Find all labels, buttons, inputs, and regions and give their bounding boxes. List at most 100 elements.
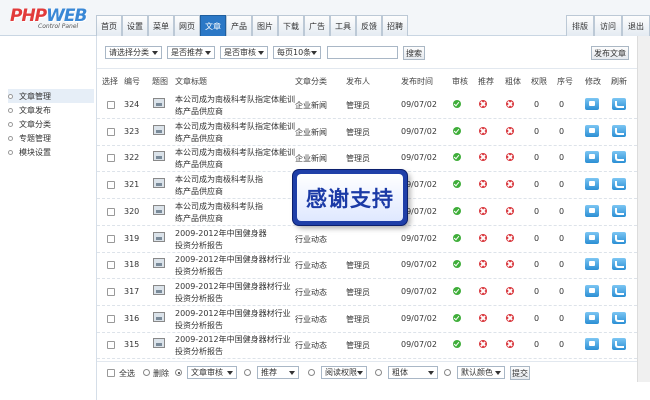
not-recommended-x-icon[interactable] [479, 206, 487, 215]
not-recommended-x-icon[interactable] [479, 286, 487, 295]
audit-select[interactable]: 是否审核 [220, 46, 268, 59]
image-icon[interactable] [153, 178, 165, 189]
approved-check-icon[interactable] [453, 206, 461, 215]
not-bold-x-icon[interactable] [506, 206, 514, 215]
row-title[interactable]: 2009-2012年中国健身器材行业 投资分析报告 [175, 254, 295, 278]
category-select[interactable]: 请选择分类 [105, 46, 162, 59]
not-bold-x-icon[interactable] [506, 340, 514, 349]
image-icon[interactable] [153, 98, 165, 108]
approved-check-icon[interactable] [453, 340, 461, 349]
row-checkbox[interactable] [107, 261, 115, 270]
refresh-icon[interactable] [612, 338, 626, 351]
image-icon[interactable] [153, 338, 165, 349]
refresh-icon[interactable] [612, 98, 626, 110]
tab-images[interactable]: 图片 [252, 15, 278, 36]
tab-pages[interactable]: 网页 [174, 15, 200, 36]
row-checkbox[interactable] [107, 101, 115, 109]
tab-feedback[interactable]: 反馈 [356, 15, 382, 36]
search-button[interactable]: 搜索 [403, 46, 425, 60]
refresh-icon[interactable] [612, 124, 626, 137]
row-checkbox[interactable] [107, 314, 115, 323]
row-title[interactable]: 2009-2012年中国健身器材行业 投资分析报告 [175, 334, 295, 358]
edit-icon[interactable] [585, 124, 599, 137]
recommend-select[interactable]: 是否推荐 [167, 46, 215, 59]
row-title[interactable]: 本公司成为南极科考队指定体能训 练产品供应商 [175, 94, 295, 118]
select-all-checkbox[interactable] [107, 369, 115, 377]
sidebar-item-article-manage[interactable]: 文章管理 [8, 89, 94, 103]
tab-products[interactable]: 产品 [226, 15, 252, 36]
not-bold-x-icon[interactable] [506, 126, 514, 135]
not-recommended-x-icon[interactable] [479, 313, 487, 322]
image-icon[interactable] [153, 311, 165, 322]
refresh-icon[interactable] [612, 178, 626, 191]
sidebar-item-module-settings[interactable]: 模块设置 [8, 145, 94, 159]
edit-icon[interactable] [585, 98, 599, 110]
approved-check-icon[interactable] [453, 100, 461, 108]
row-checkbox[interactable] [107, 207, 115, 216]
edit-icon[interactable] [585, 311, 599, 324]
visit-button[interactable]: 访问 [594, 15, 622, 36]
batch-read-perm-select[interactable]: 阅读权限 [321, 366, 367, 379]
approved-check-icon[interactable] [453, 153, 461, 162]
not-recommended-x-icon[interactable] [479, 100, 487, 108]
edit-icon[interactable] [585, 338, 599, 351]
row-title[interactable]: 本公司成为南极科考队指定体能训 练产品供应商 [175, 121, 295, 145]
bold-radio[interactable] [375, 369, 382, 376]
batch-recommend-select[interactable]: 推荐 [257, 366, 299, 379]
tab-home[interactable]: 首页 [96, 15, 122, 36]
refresh-icon[interactable] [612, 231, 626, 244]
image-icon[interactable] [153, 204, 165, 215]
vertical-scrollbar[interactable] [637, 36, 650, 382]
image-icon[interactable] [153, 124, 165, 135]
not-recommended-x-icon[interactable] [479, 260, 487, 269]
row-checkbox[interactable] [107, 341, 115, 350]
image-icon[interactable] [153, 258, 165, 269]
edit-icon[interactable] [585, 151, 599, 164]
row-title[interactable]: 本公司成为南极科考队指 练产品供应商 [175, 201, 295, 225]
image-icon[interactable] [153, 284, 165, 295]
edit-icon[interactable] [585, 231, 599, 244]
refresh-icon[interactable] [612, 311, 626, 324]
row-title[interactable]: 2009-2012年中国健身器材行业 投资分析报告 [175, 308, 295, 332]
approved-check-icon[interactable] [453, 260, 461, 269]
not-bold-x-icon[interactable] [506, 286, 514, 295]
not-bold-x-icon[interactable] [506, 100, 514, 108]
not-bold-x-icon[interactable] [506, 153, 514, 162]
image-icon[interactable] [153, 151, 165, 162]
refresh-icon[interactable] [612, 284, 626, 297]
not-bold-x-icon[interactable] [506, 313, 514, 322]
sidebar-item-topic-manage[interactable]: 专题管理 [8, 131, 94, 145]
not-recommended-x-icon[interactable] [479, 153, 487, 162]
not-recommended-x-icon[interactable] [479, 180, 487, 189]
row-checkbox[interactable] [107, 234, 115, 243]
tab-jobs[interactable]: 招聘 [382, 15, 408, 36]
delete-radio[interactable] [143, 369, 150, 376]
image-icon[interactable] [153, 231, 165, 242]
row-title[interactable]: 本公司成为南极科考队指 练产品供应商 [175, 174, 295, 198]
batch-audit-select[interactable]: 文章审核 [187, 366, 237, 379]
row-checkbox[interactable] [107, 154, 115, 163]
batch-color-select[interactable]: 默认颜色 [457, 366, 505, 379]
row-checkbox[interactable] [107, 127, 115, 136]
read-perm-radio[interactable] [308, 369, 315, 376]
color-radio[interactable] [444, 369, 451, 376]
edit-icon[interactable] [585, 204, 599, 217]
tab-downloads[interactable]: 下载 [278, 15, 304, 36]
search-input[interactable] [327, 46, 398, 59]
tab-menu[interactable]: 菜单 [148, 15, 174, 36]
recommend-radio[interactable] [244, 369, 251, 376]
header-id[interactable]: 编号 [124, 76, 140, 87]
per-page-select[interactable]: 每页10条 [273, 46, 321, 59]
row-title[interactable]: 2009-2012年中国健身器材行业 投资分析报告 [175, 281, 295, 305]
approved-check-icon[interactable] [453, 180, 461, 189]
not-bold-x-icon[interactable] [506, 180, 514, 189]
approved-check-icon[interactable] [453, 286, 461, 295]
tab-articles[interactable]: 文章 [200, 15, 226, 36]
tab-tools[interactable]: 工具 [330, 15, 356, 36]
not-recommended-x-icon[interactable] [479, 126, 487, 135]
publish-article-button[interactable]: 发布文章 [591, 46, 629, 60]
row-title[interactable]: 本公司成为南极科考队指定体能训 练产品供应商 [175, 147, 295, 171]
not-recommended-x-icon[interactable] [479, 340, 487, 349]
refresh-icon[interactable] [612, 258, 626, 271]
tab-ads[interactable]: 广告 [304, 15, 330, 36]
